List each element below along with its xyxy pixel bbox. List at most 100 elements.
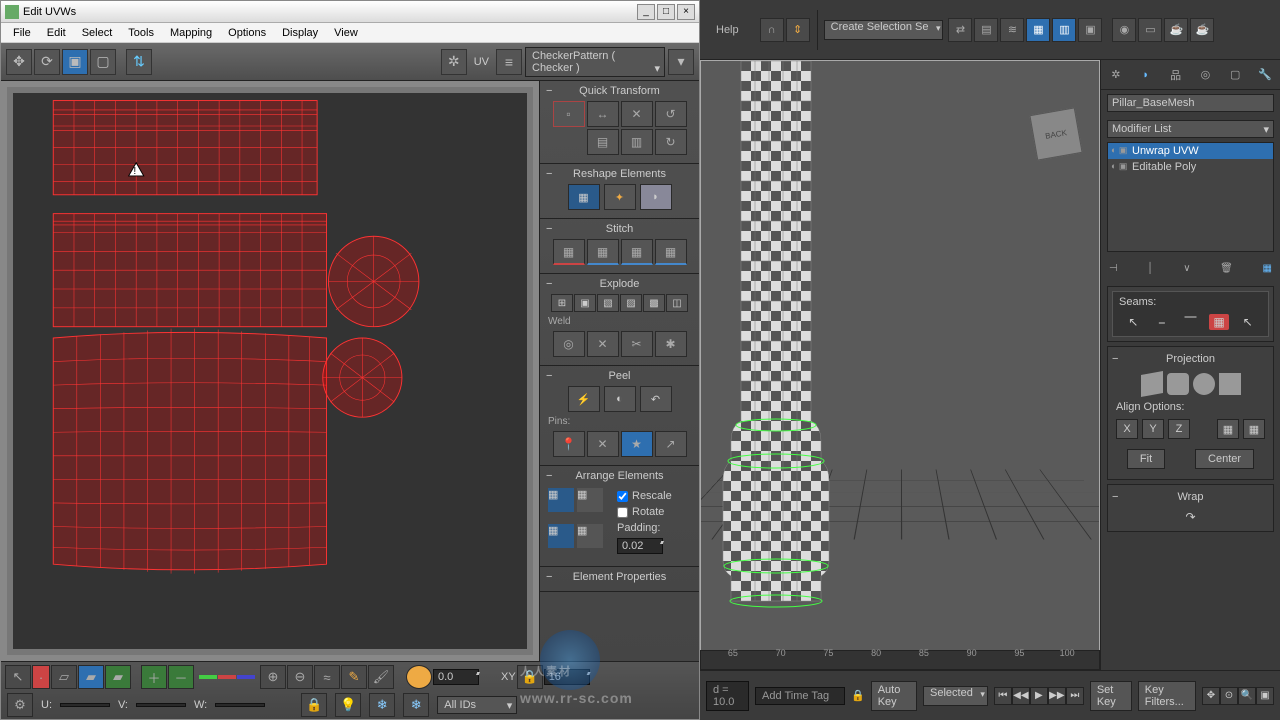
menu-options[interactable]: Options — [220, 27, 274, 39]
view-list-icon[interactable]: ≡ — [496, 49, 522, 75]
layers-icon[interactable]: ≋ — [1000, 18, 1024, 42]
render-frame-icon[interactable]: ▭ — [1138, 18, 1162, 42]
seam-sel-icon[interactable]: ▦ — [1209, 314, 1229, 330]
show-end-icon[interactable]: │ — [1147, 263, 1153, 274]
autokey-button[interactable]: Auto Key — [871, 681, 917, 711]
sun-icon[interactable] — [406, 665, 432, 689]
menu-display[interactable]: Display — [274, 27, 326, 39]
align-icon[interactable]: ▤ — [974, 18, 998, 42]
goto-start-icon[interactable]: ⏮ — [994, 687, 1012, 705]
shrink-icon[interactable]: － — [168, 665, 194, 689]
viewcube[interactable]: BACK — [1029, 107, 1082, 160]
mirror-icon[interactable]: ⇄ — [948, 18, 972, 42]
explode-4-icon[interactable]: ▨ — [620, 294, 642, 312]
light-icon[interactable]: 💡 — [335, 693, 361, 717]
close-button[interactable]: × — [677, 4, 695, 20]
qt-flip-v-icon[interactable]: ▥ — [621, 129, 653, 155]
maximize-icon[interactable]: ▣ — [1256, 687, 1274, 705]
padding-spinner[interactable]: 0.02 — [617, 538, 663, 554]
minimize-button[interactable]: _ — [637, 4, 655, 20]
perspective-viewport[interactable]: BACK y — [700, 60, 1100, 720]
goto-end-icon[interactable]: ⏭ — [1066, 687, 1084, 705]
object-name-field[interactable]: Pillar_BaseMesh — [1107, 94, 1274, 112]
qt-rotate-cw-icon[interactable]: ↻ — [655, 129, 687, 155]
explode-5-icon[interactable]: ▩ — [643, 294, 665, 312]
utilities-tab-icon[interactable]: 🔧 — [1256, 66, 1274, 84]
vertex-subobj-icon[interactable]: · — [32, 665, 50, 689]
pin-toggle-icon[interactable]: ★ — [621, 431, 653, 457]
val0-spinner[interactable]: 0.0 — [433, 669, 479, 685]
maximize-button[interactable]: □ — [657, 4, 675, 20]
reshape-relax-icon[interactable]: ✦ — [604, 184, 636, 210]
stitch-sel-icon[interactable]: ▦ — [553, 239, 585, 265]
weld-all-icon[interactable]: ✱ — [655, 331, 687, 357]
soft-sel-icon[interactable]: ≈ — [314, 665, 340, 689]
planar-proj-icon[interactable] — [1141, 371, 1163, 397]
allids-dropdown[interactable]: All IDs — [437, 696, 517, 714]
orbit-icon[interactable]: ⊙ — [1220, 687, 1238, 705]
menu-mapping[interactable]: Mapping — [162, 27, 220, 39]
reshape-straighten-icon[interactable]: ▦ — [568, 184, 600, 210]
teapot2-icon[interactable]: ☕ — [1190, 18, 1214, 42]
box-proj-icon[interactable] — [1219, 373, 1241, 395]
material-icon[interactable]: ▣ — [1078, 18, 1102, 42]
grow-icon[interactable]: ＋ — [141, 665, 167, 689]
keyfilters-button[interactable]: Key Filters... — [1138, 681, 1196, 711]
cylindrical-proj-icon[interactable] — [1167, 373, 1189, 395]
pack-align-icon[interactable]: ▦ — [548, 524, 574, 548]
selection-set-dropdown[interactable]: Create Selection Se — [824, 20, 944, 40]
render-setup-icon[interactable]: ◉ — [1112, 18, 1136, 42]
snow-icon[interactable]: ❄ — [369, 693, 395, 717]
snow2-icon[interactable]: ❄ — [403, 693, 429, 717]
display-tab-icon[interactable]: ▢ — [1226, 66, 1244, 84]
setkey-button[interactable]: Set Key — [1090, 681, 1132, 711]
peel-reset-icon[interactable]: ↶ — [640, 386, 672, 412]
seam-line-icon[interactable]: ⎯ — [1152, 314, 1172, 330]
poly-subobj-icon[interactable]: ▰ — [105, 665, 131, 689]
options-icon[interactable]: ⚙ — [7, 693, 33, 717]
qt-align-h-icon[interactable]: ↔ — [587, 101, 619, 127]
schematic-icon[interactable]: ▥ — [1052, 18, 1076, 42]
mirror-uv-icon[interactable]: ⇅ — [126, 49, 152, 75]
menu-file[interactable]: File — [5, 27, 39, 39]
lock-icon[interactable]: 🔒 — [851, 689, 865, 702]
dialog-titlebar[interactable]: Edit UVWs _ □ × — [1, 1, 699, 23]
help-menu[interactable]: Help — [716, 24, 739, 36]
zoom-icon[interactable]: 🔍 — [1238, 687, 1256, 705]
next-frame-icon[interactable]: ▶▶ — [1048, 687, 1066, 705]
pin-remove-icon[interactable]: ✕ — [587, 431, 619, 457]
val16-spinner[interactable]: 16 — [544, 669, 590, 685]
add-time-tag[interactable]: Add Time Tag — [755, 687, 845, 705]
play-icon[interactable]: ▶ — [1030, 687, 1048, 705]
align-z-button[interactable]: Z — [1168, 419, 1190, 439]
qt-flip-h-icon[interactable]: ▤ — [587, 129, 619, 155]
texture-options-icon[interactable]: ▾ — [668, 49, 694, 75]
reshape-normalize-icon[interactable]: ◗ — [640, 184, 672, 210]
configure-icon[interactable]: ▦ — [1263, 263, 1272, 274]
pin-add-icon[interactable]: 📍 — [553, 431, 585, 457]
pan-icon[interactable]: ✥ — [1202, 687, 1220, 705]
stitch-avg-icon[interactable]: ▦ — [587, 239, 619, 265]
xy-lock-icon[interactable]: 🔒 — [517, 665, 543, 689]
menu-select[interactable]: Select — [74, 27, 121, 39]
modifier-list-dropdown[interactable]: Modifier List — [1107, 120, 1274, 138]
explode-6-icon[interactable]: ◫ — [666, 294, 688, 312]
weld-break-icon[interactable]: ✂ — [621, 331, 653, 357]
edge-subobj-icon[interactable]: ▱ — [51, 665, 77, 689]
align-y-button[interactable]: Y — [1142, 419, 1164, 439]
paint-icon[interactable]: 🖌 — [368, 665, 394, 689]
pin-arrow-icon[interactable]: ↗ — [655, 431, 687, 457]
face-subobj-icon[interactable]: ▰ — [78, 665, 104, 689]
keymode-dropdown[interactable]: Selected — [923, 686, 988, 706]
modifier-stack[interactable]: Unwrap UVW Editable Poly — [1107, 142, 1274, 252]
pack-tight-icon[interactable]: ▦ — [548, 488, 574, 512]
freeform-tool-icon[interactable]: ▢ — [90, 49, 116, 75]
w-input[interactable] — [215, 703, 265, 707]
pack-opt-icon[interactable]: ▦ — [577, 524, 603, 548]
menu-view[interactable]: View — [326, 27, 366, 39]
explode-3-icon[interactable]: ▧ — [597, 294, 619, 312]
qt-align-v-icon[interactable]: ✕ — [621, 101, 653, 127]
options-gear-icon[interactable]: ✲ — [441, 49, 467, 75]
rotate-checkbox[interactable] — [617, 507, 628, 518]
stitch-src-icon[interactable]: ▦ — [621, 239, 653, 265]
